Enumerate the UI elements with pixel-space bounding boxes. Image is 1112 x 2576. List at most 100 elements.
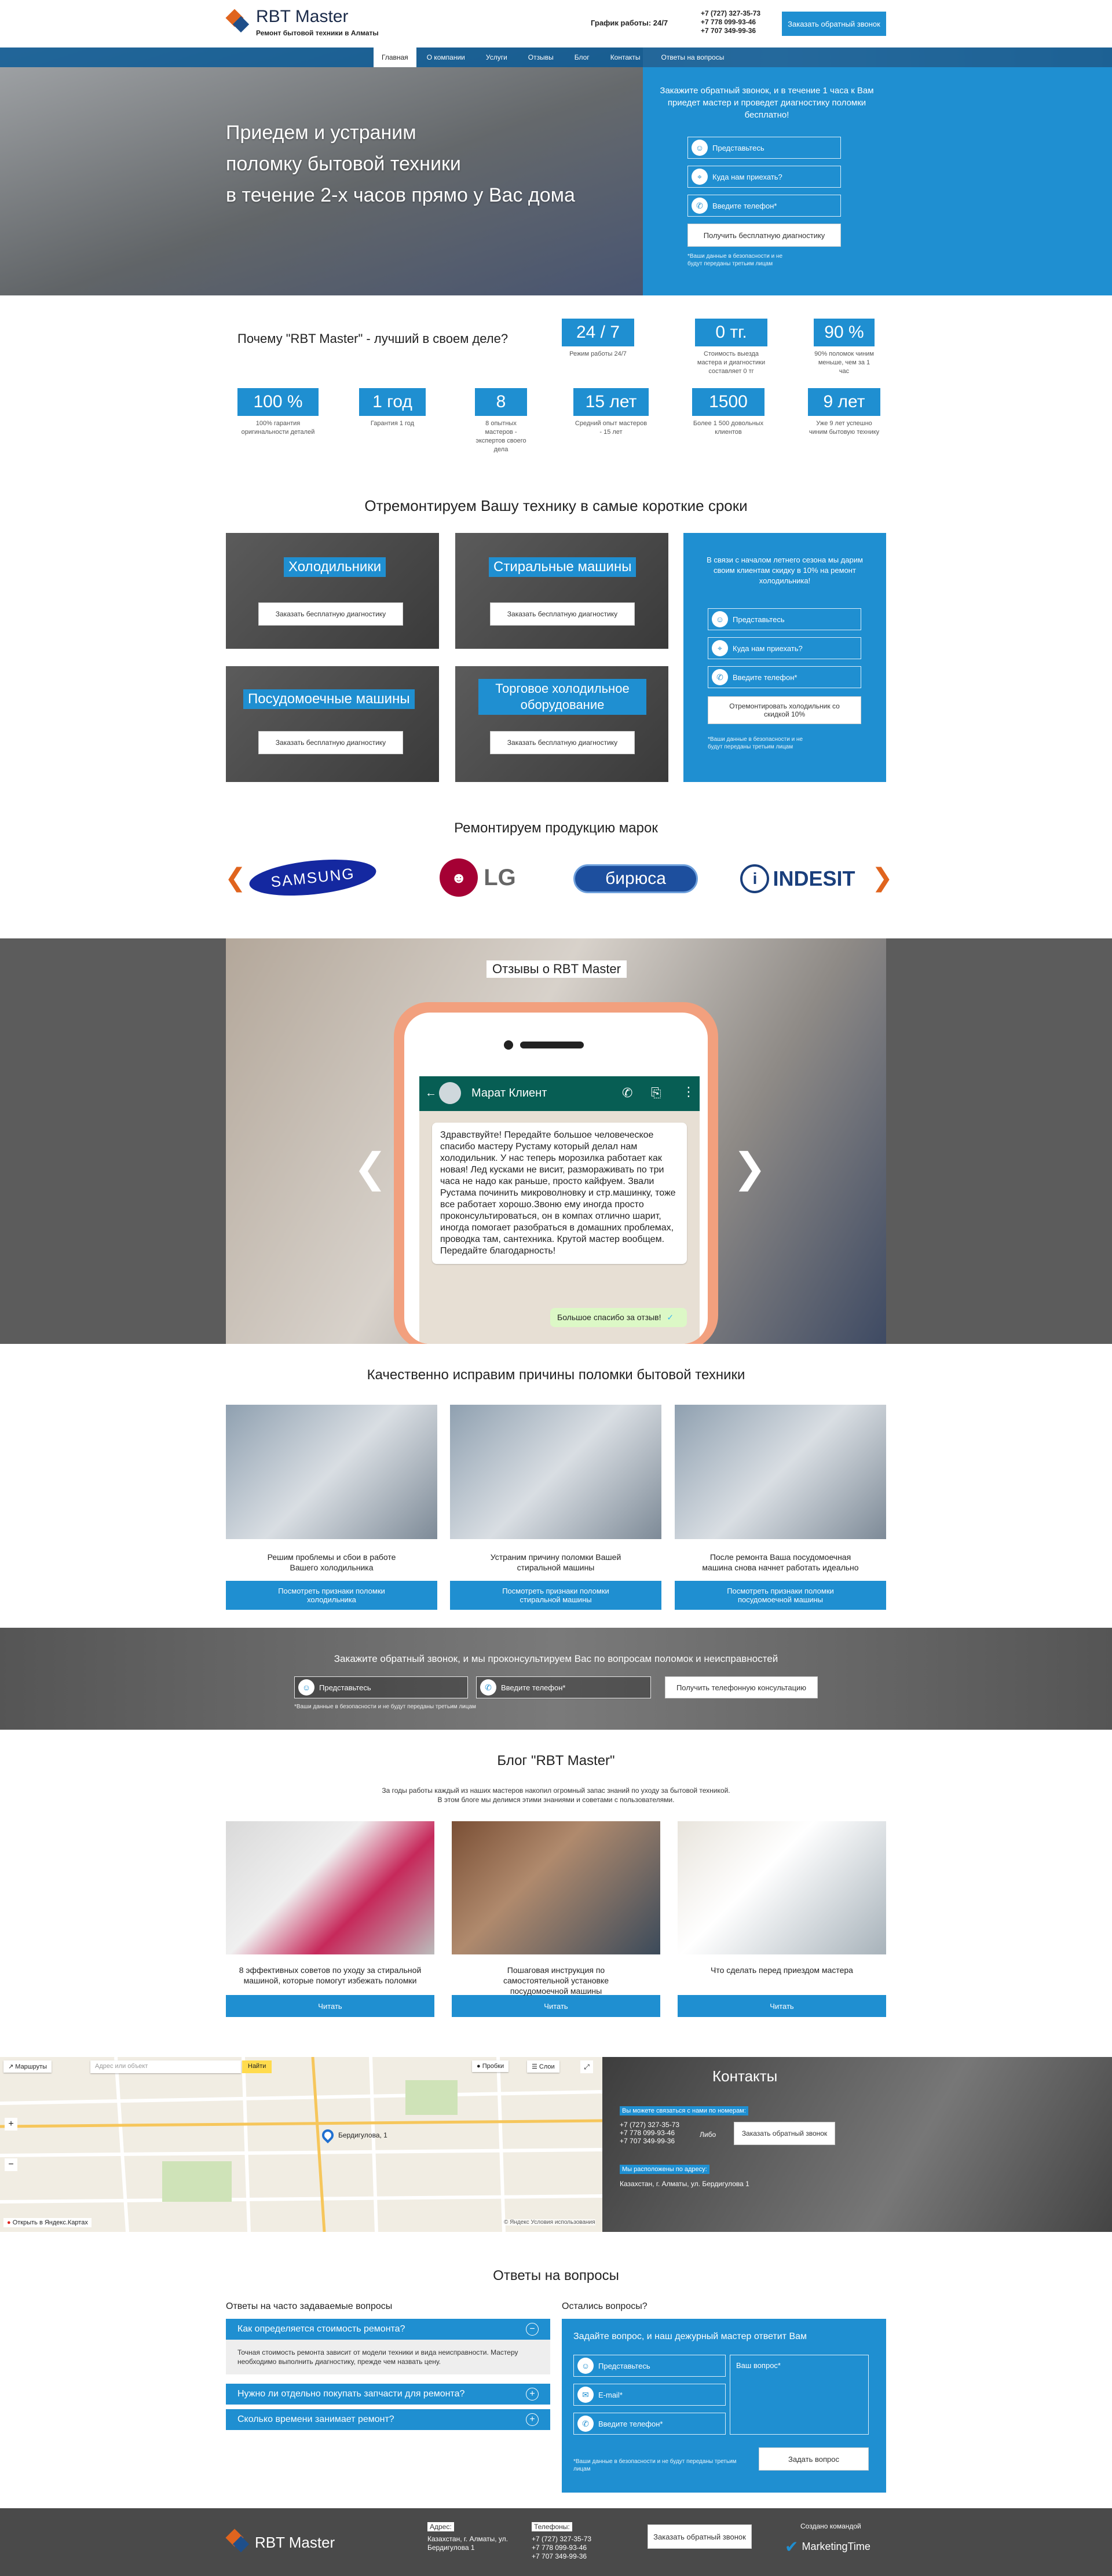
contacts-addr-label: Мы расположены по адресу: (620, 2165, 709, 2174)
map-open-link[interactable]: ● Открыть в Яндекс.Картах (3, 2218, 92, 2227)
faq-question-2[interactable]: Нужно ли отдельно покупать запчасти для … (226, 2384, 550, 2405)
question-phone-field[interactable]: ✆ Введите телефон* (573, 2413, 726, 2435)
nav-item-about[interactable]: О компании (416, 47, 475, 67)
contacts-call-label: Вы можете связаться с нами по номерам: (620, 2106, 748, 2115)
nav-item-reviews[interactable]: Отзывы (518, 47, 564, 67)
faq-question-3[interactable]: Сколько времени занимает ремонт? + (226, 2409, 550, 2430)
blog-read-button[interactable]: Читать (678, 1995, 886, 2017)
yandex-pin-icon: ● (7, 2219, 13, 2226)
promo-submit-button[interactable]: Отремонтировать холодильник со скидкой 1… (708, 696, 861, 724)
quality-button[interactable]: Посмотреть признаки поломки стиральной м… (450, 1581, 661, 1610)
phone-2[interactable]: +7 778 099-93-46 (701, 18, 760, 27)
contacts-phone-3[interactable]: +7 707 349-99-36 (620, 2137, 679, 2145)
hero-submit-button[interactable]: Получить бесплатную диагностику (687, 224, 841, 247)
header-callback-button[interactable]: Заказать обратный звонок (782, 12, 886, 36)
mail-icon: ✉ (577, 2387, 594, 2403)
card-diagnostic-button[interactable]: Заказать бесплатную диагностику (258, 731, 403, 754)
nav-item-contacts[interactable]: Контакты (600, 47, 651, 67)
brands-next-arrow[interactable]: ❯ (872, 863, 893, 893)
attach-icon[interactable]: ⎘ (651, 1086, 661, 1101)
contacts-phones: +7 (727) 327-35-73 +7 778 099-93-46 +7 7… (620, 2121, 679, 2145)
phone-3[interactable]: +7 707 349-99-36 (701, 27, 760, 35)
biryusa-logo: бирюса (573, 864, 698, 893)
map-find-button[interactable]: Найти (242, 2060, 272, 2073)
map-layers-button[interactable]: ☰ Слои (527, 2060, 559, 2073)
map-routes-button[interactable]: ↗ Маршруты (3, 2060, 52, 2073)
back-icon[interactable]: ← (425, 1087, 437, 1100)
brands-prev-arrow[interactable]: ❮ (225, 863, 246, 893)
quality-button[interactable]: Посмотреть признаки поломки посудомоечно… (675, 1581, 886, 1610)
contacts-phone-1[interactable]: +7 (727) 327-35-73 (620, 2121, 679, 2129)
logo-subtitle: Ремонт бытовой техники в Алматы (256, 29, 379, 37)
card-title: Торговое холодильное оборудование (478, 679, 646, 715)
brand-name: SAMSUNG (270, 864, 356, 891)
more-icon[interactable]: ⋮ (682, 1084, 695, 1099)
footer-phone-1[interactable]: +7 (727) 327-35-73 (532, 2535, 591, 2544)
contacts-callback-button[interactable]: Заказать обратный звонок (734, 2122, 835, 2145)
nav-item-faq[interactable]: Ответы на вопросы (651, 47, 735, 67)
map[interactable]: ↗ Маршруты Адрес или объект Найти ● Проб… (0, 2057, 602, 2232)
nav-item-home[interactable]: Главная (374, 47, 416, 67)
footer-callback-button[interactable]: Заказать обратный звонок (648, 2524, 752, 2549)
hero-phone-field[interactable]: ✆ Введите телефон* (687, 195, 841, 217)
promo-address-field[interactable]: ⌖ Куда нам приехать? (708, 637, 861, 659)
blog-post-dishwasher: Пошаговая инструкция по самостоятельной … (452, 1821, 660, 2017)
consult-text: Закажите обратный звонок, и мы проконсул… (334, 1653, 778, 1664)
nav-item-services[interactable]: Услуги (475, 47, 518, 67)
phone-1[interactable]: +7 (727) 327-35-73 (701, 9, 760, 18)
footer-logo[interactable]: RBT Master (225, 2527, 342, 2556)
question-textarea[interactable]: Ваш вопрос* (730, 2355, 869, 2435)
brand-name: LG (484, 864, 516, 890)
agency-logo[interactable]: ✔ MarketingTime (785, 2537, 870, 2556)
footer-phone-2[interactable]: +7 778 099-93-46 (532, 2544, 591, 2552)
footer-phone-3[interactable]: +7 707 349-99-36 (532, 2552, 591, 2561)
chat-message: Здравствуйте! Передайте большое человече… (432, 1123, 687, 1264)
user-icon: ☺ (577, 2358, 594, 2374)
quality-button[interactable]: Посмотреть признаки поломки холодильника (226, 1581, 437, 1610)
blog-read-button[interactable]: Читать (452, 1995, 660, 2017)
map-fullscreen-icon[interactable]: ⤢ (580, 2060, 593, 2073)
consult-name-field[interactable]: ☺ Представьтесь (294, 1676, 468, 1698)
blog-read-button[interactable]: Читать (226, 1995, 434, 2017)
blog-intro-1: За годы работы каждый из наших мастеров … (382, 1786, 730, 1795)
hero-form-text: Закажите обратный звонок, и в течение 1 … (660, 86, 874, 120)
logo[interactable]: RBT Master Ремонт бытовой техники в Алма… (225, 7, 400, 41)
avatar (439, 1082, 461, 1104)
consult-button[interactable]: Получить телефонную консультацию (665, 1676, 818, 1698)
map-zoom-out[interactable]: − (5, 2158, 17, 2171)
faq-title: Ответы на вопросы (493, 2268, 619, 2283)
reviews-prev-arrow[interactable]: ❮ (353, 1144, 387, 1192)
question-name-field[interactable]: ☺ Представьтесь (573, 2355, 726, 2377)
hero-name-field[interactable]: ☺ Представьтесь (687, 137, 841, 159)
map-search-input[interactable]: Адрес или объект (90, 2060, 241, 2073)
promo-phone-field[interactable]: ✆ Введите телефон* (708, 666, 861, 688)
consult-phone-placeholder: Введите телефон* (501, 1683, 566, 1692)
hero-headline: Приедем и устраним поломку бытовой техни… (226, 117, 575, 211)
map-traffic-button[interactable]: ● Пробки (472, 2060, 509, 2072)
logo-icon (225, 9, 250, 33)
nav-item-blog[interactable]: Блог (564, 47, 600, 67)
brand-biryusa: бирюса (573, 864, 698, 893)
contacts-title: Контакты (712, 2067, 778, 2085)
question-textarea-placeholder: Ваш вопрос* (736, 2361, 781, 2370)
footer-logo-title: RBT Master (255, 2534, 335, 2551)
card-diagnostic-button[interactable]: Заказать бесплатную диагностику (258, 602, 403, 626)
stat-8: 8 8 опытных мастеров - экспертов своего … (475, 388, 527, 454)
reviews-next-arrow[interactable]: ❯ (733, 1144, 767, 1192)
card-diagnostic-button[interactable]: Заказать бесплатную диагностику (490, 731, 635, 754)
consult-phone-field[interactable]: ✆ Введите телефон* (476, 1676, 651, 1698)
promo-name-field[interactable]: ☺ Представьтесь (708, 608, 861, 630)
phone-screen: ← Марат Клиент ✆ ⎘ ⋮ Здравствуйте! Перед… (404, 1013, 708, 1344)
stat-9-years: 9 лет Уже 9 лет успешно чиним бытовую те… (808, 388, 880, 437)
question-submit-button[interactable]: Задать вопрос (759, 2447, 869, 2471)
call-icon[interactable]: ✆ (622, 1086, 632, 1101)
map-zoom-in[interactable]: + (5, 2118, 17, 2131)
card-commercial: Торговое холодильное оборудование Заказа… (455, 666, 668, 782)
hero-address-field[interactable]: ⌖ Куда нам приехать? (687, 166, 841, 188)
question-note: *Ваши данные в безопасности и не будут п… (573, 2458, 737, 2472)
contacts-phone-2[interactable]: +7 778 099-93-46 (620, 2129, 679, 2137)
card-diagnostic-button[interactable]: Заказать бесплатную диагностику (490, 602, 635, 626)
question-email-field[interactable]: ✉ E-mail* (573, 2384, 726, 2406)
traffic-icon: ● (477, 2063, 482, 2070)
faq-question-1[interactable]: Как определяется стоимость ремонта? − (226, 2319, 550, 2340)
